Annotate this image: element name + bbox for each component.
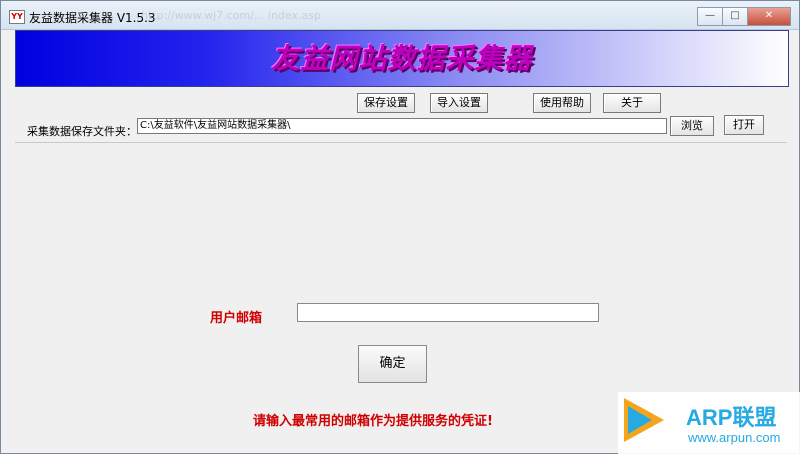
app-window: YY 友益数据采集器 V1.5.3 http://www.wj7.com/...…	[0, 0, 800, 454]
title-bar[interactable]: YY 友益数据采集器 V1.5.3 http://www.wj7.com/...…	[1, 1, 799, 30]
watermark-url: www.arpun.com	[688, 430, 781, 445]
about-button[interactable]: 关于	[603, 93, 661, 113]
header-banner: 友益网站数据采集器	[15, 30, 789, 87]
import-settings-button[interactable]: 导入设置	[430, 93, 488, 113]
window-controls: — □ ✕	[697, 7, 791, 26]
title-ghost-text: http://www.wj7.com/... index.asp	[141, 9, 321, 22]
watermark-name: ARP联盟	[686, 405, 777, 430]
play-logo-inner-icon	[628, 406, 652, 434]
banner-title: 友益网站数据采集器	[271, 42, 533, 75]
email-input[interactable]	[297, 303, 599, 322]
window-title: 友益数据采集器 V1.5.3	[29, 11, 156, 25]
minimize-button[interactable]: —	[697, 7, 723, 26]
save-folder-input[interactable]: C:\友益软件\友益网站数据采集器\	[137, 118, 667, 134]
confirm-button[interactable]: 确定	[358, 345, 427, 383]
app-icon: YY	[9, 10, 25, 24]
email-notice: 请输入最常用的邮箱作为提供服务的凭证!	[253, 414, 493, 429]
open-folder-button[interactable]: 打开	[724, 115, 764, 135]
save-folder-label: 采集数据保存文件夹：	[27, 125, 137, 138]
browse-button[interactable]: 浏览	[670, 116, 714, 136]
save-settings-button[interactable]: 保存设置	[357, 93, 415, 113]
close-button[interactable]: ✕	[747, 7, 791, 26]
site-watermark: ARP联盟 www.arpun.com	[618, 392, 800, 454]
maximize-button[interactable]: □	[722, 7, 748, 26]
email-label: 用户邮箱	[210, 311, 263, 326]
help-button[interactable]: 使用帮助	[533, 93, 591, 113]
